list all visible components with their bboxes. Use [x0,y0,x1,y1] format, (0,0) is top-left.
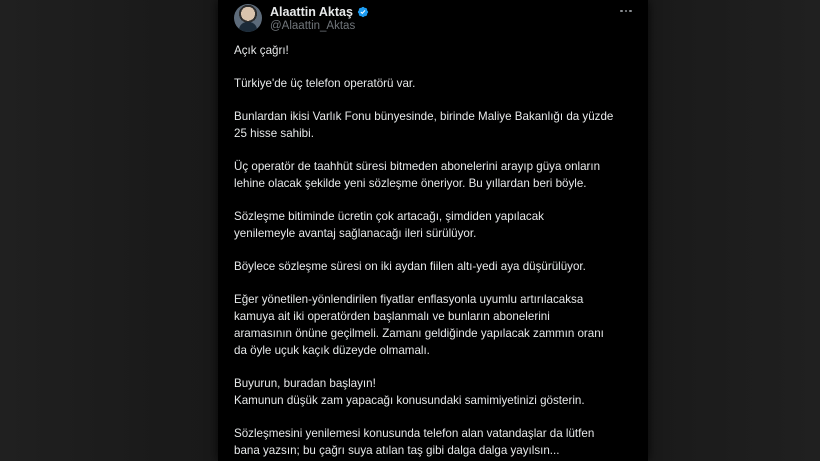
tweet-line: aramasının önüne geçilmeli. Zamanı geldi… [234,327,604,340]
tweet-line: Buyurun, buradan başlayın! [234,377,376,390]
tweet-paragraph: Böylece sözleşme süresi on iki aydan fii… [234,258,644,275]
tweet-line: Kamunun düşük zam yapacağı konusundaki s… [234,394,585,407]
more-dot-icon [620,9,623,13]
tweet-line: Eğer yönetilen-yönlendirilen fiyatlar en… [234,293,584,306]
tweet-header: Alaattin Aktaş @Alaattin_Aktas [234,3,634,33]
tweet-line: lehine olacak şekilde yeni sözleşme öner… [234,177,587,190]
tweet-paragraph: Üç operatör de taahhüt süresi bitmeden a… [234,158,644,192]
tweet-card: Alaattin Aktaş @Alaattin_Aktas Açık çağr… [218,0,648,461]
tweet-paragraph: Sözleşmesini yenilemesi konusunda telefo… [234,425,644,459]
tweet-line: Sözleşmesini yenilemesi konusunda telefo… [234,427,595,440]
tweet-line: Sözleşme bitiminde ücretin çok artacağı,… [234,210,544,223]
tweet-line: 25 hisse sahibi. [234,127,314,140]
tweet-line: Açık çağrı! [234,44,289,57]
tweet-body: Açık çağrı! Türkiye'de üç telefon operat… [234,42,644,461]
tweet-line: kamuya ait iki operatörden başlanmalı ve… [234,310,550,323]
tweet-line: da öyle uçuk kaçık düzeyde olmamalı. [234,344,430,357]
tweet-paragraph: Türkiye'de üç telefon operatörü var. [234,75,644,92]
tweet-paragraph: Sözleşme bitiminde ücretin çok artacağı,… [234,208,644,242]
author-handle[interactable]: @Alaattin_Aktas [270,19,355,33]
more-dot-icon [624,9,628,13]
author-avatar[interactable] [234,4,262,32]
tweet-line: yenilemeyle avantaj sağlanacağı ileri sü… [234,227,477,240]
tweet-paragraph: Eğer yönetilen-yönlendirilen fiyatlar en… [234,291,644,359]
more-horizontal-icon[interactable] [618,5,634,17]
author-name-row: Alaattin Aktaş [270,4,369,20]
tweet-line: bana yazsın; bu çağrı suya atılan taş gi… [234,444,560,457]
verified-badge-icon [357,6,369,18]
tweet-line: Türkiye'de üç telefon operatörü var. [234,77,416,90]
tweet-line: Böylece sözleşme süresi on iki aydan fii… [234,260,586,273]
tweet-line: Üç operatör de taahhüt süresi bitmeden a… [234,160,601,173]
more-dot-icon [629,9,632,13]
tweet-paragraph: Açık çağrı! [234,42,644,59]
author-display-name[interactable]: Alaattin Aktaş [270,4,353,20]
tweet-paragraph: Bunlardan ikisi Varlık Fonu bünyesinde, … [234,108,644,142]
tweet-paragraph: Buyurun, buradan başlayın! Kamunun düşük… [234,375,644,409]
screenshot-stage: Alaattin Aktaş @Alaattin_Aktas Açık çağr… [0,0,820,461]
tweet-line: Bunlardan ikisi Varlık Fonu bünyesinde, … [234,110,614,123]
